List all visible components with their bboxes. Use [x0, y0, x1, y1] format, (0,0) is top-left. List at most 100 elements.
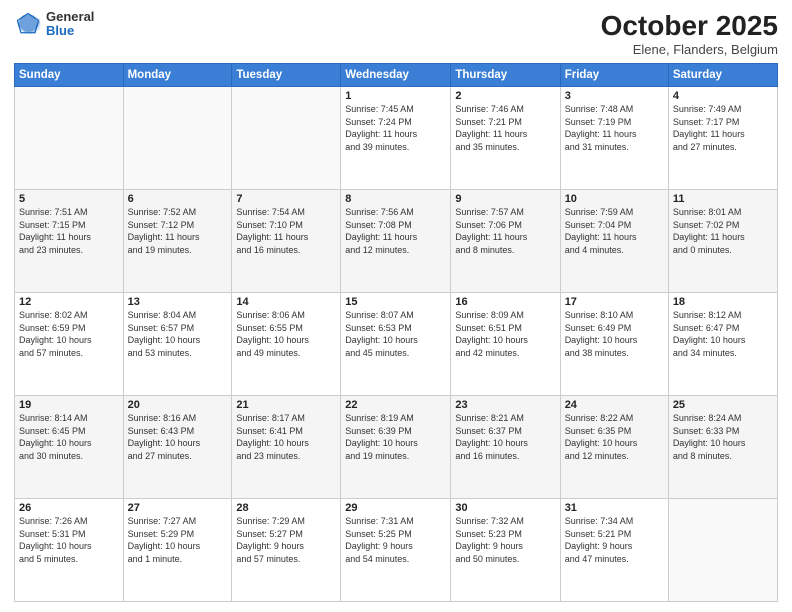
day-number: 23 — [455, 399, 555, 411]
day-cell: 29Sunrise: 7:31 AM Sunset: 5:25 PM Dayli… — [341, 499, 451, 602]
day-cell: 1Sunrise: 7:45 AM Sunset: 7:24 PM Daylig… — [341, 87, 451, 190]
day-info: Sunrise: 8:06 AM Sunset: 6:55 PM Dayligh… — [236, 309, 336, 359]
day-cell: 14Sunrise: 8:06 AM Sunset: 6:55 PM Dayli… — [232, 293, 341, 396]
day-info: Sunrise: 8:17 AM Sunset: 6:41 PM Dayligh… — [236, 412, 336, 462]
day-info: Sunrise: 7:26 AM Sunset: 5:31 PM Dayligh… — [19, 515, 119, 565]
day-info: Sunrise: 7:34 AM Sunset: 5:21 PM Dayligh… — [565, 515, 664, 565]
day-cell: 11Sunrise: 8:01 AM Sunset: 7:02 PM Dayli… — [668, 190, 777, 293]
logo-general-text: General — [46, 10, 94, 24]
logo: General Blue — [14, 10, 94, 39]
day-cell: 20Sunrise: 8:16 AM Sunset: 6:43 PM Dayli… — [123, 396, 232, 499]
day-number: 5 — [19, 193, 119, 205]
day-info: Sunrise: 7:59 AM Sunset: 7:04 PM Dayligh… — [565, 206, 664, 256]
header: General Blue October 2025 Elene, Flander… — [14, 10, 778, 57]
day-info: Sunrise: 7:46 AM Sunset: 7:21 PM Dayligh… — [455, 103, 555, 153]
main-title: October 2025 — [601, 10, 778, 42]
day-info: Sunrise: 8:04 AM Sunset: 6:57 PM Dayligh… — [128, 309, 228, 359]
day-number: 27 — [128, 502, 228, 514]
logo-text: General Blue — [46, 10, 94, 39]
day-number: 19 — [19, 399, 119, 411]
day-cell: 17Sunrise: 8:10 AM Sunset: 6:49 PM Dayli… — [560, 293, 668, 396]
weekday-header-friday: Friday — [560, 64, 668, 87]
day-number: 21 — [236, 399, 336, 411]
day-cell: 16Sunrise: 8:09 AM Sunset: 6:51 PM Dayli… — [451, 293, 560, 396]
day-number: 13 — [128, 296, 228, 308]
day-cell — [668, 499, 777, 602]
day-number: 22 — [345, 399, 446, 411]
day-number: 11 — [673, 193, 773, 205]
day-cell: 12Sunrise: 8:02 AM Sunset: 6:59 PM Dayli… — [15, 293, 124, 396]
subtitle: Elene, Flanders, Belgium — [601, 42, 778, 57]
day-cell: 5Sunrise: 7:51 AM Sunset: 7:15 PM Daylig… — [15, 190, 124, 293]
day-number: 4 — [673, 90, 773, 102]
day-number: 29 — [345, 502, 446, 514]
day-number: 14 — [236, 296, 336, 308]
day-number: 24 — [565, 399, 664, 411]
day-info: Sunrise: 7:48 AM Sunset: 7:19 PM Dayligh… — [565, 103, 664, 153]
day-cell — [15, 87, 124, 190]
day-cell: 8Sunrise: 7:56 AM Sunset: 7:08 PM Daylig… — [341, 190, 451, 293]
day-info: Sunrise: 8:14 AM Sunset: 6:45 PM Dayligh… — [19, 412, 119, 462]
day-info: Sunrise: 7:31 AM Sunset: 5:25 PM Dayligh… — [345, 515, 446, 565]
day-number: 2 — [455, 90, 555, 102]
day-number: 20 — [128, 399, 228, 411]
weekday-header-wednesday: Wednesday — [341, 64, 451, 87]
day-number: 26 — [19, 502, 119, 514]
day-info: Sunrise: 7:56 AM Sunset: 7:08 PM Dayligh… — [345, 206, 446, 256]
day-info: Sunrise: 7:45 AM Sunset: 7:24 PM Dayligh… — [345, 103, 446, 153]
day-number: 15 — [345, 296, 446, 308]
day-info: Sunrise: 8:07 AM Sunset: 6:53 PM Dayligh… — [345, 309, 446, 359]
day-cell: 27Sunrise: 7:27 AM Sunset: 5:29 PM Dayli… — [123, 499, 232, 602]
week-row-5: 26Sunrise: 7:26 AM Sunset: 5:31 PM Dayli… — [15, 499, 778, 602]
day-info: Sunrise: 7:29 AM Sunset: 5:27 PM Dayligh… — [236, 515, 336, 565]
day-info: Sunrise: 7:27 AM Sunset: 5:29 PM Dayligh… — [128, 515, 228, 565]
day-info: Sunrise: 7:51 AM Sunset: 7:15 PM Dayligh… — [19, 206, 119, 256]
day-cell — [232, 87, 341, 190]
week-row-1: 1Sunrise: 7:45 AM Sunset: 7:24 PM Daylig… — [15, 87, 778, 190]
day-info: Sunrise: 8:19 AM Sunset: 6:39 PM Dayligh… — [345, 412, 446, 462]
weekday-header-monday: Monday — [123, 64, 232, 87]
day-info: Sunrise: 7:54 AM Sunset: 7:10 PM Dayligh… — [236, 206, 336, 256]
day-number: 6 — [128, 193, 228, 205]
day-number: 17 — [565, 296, 664, 308]
day-info: Sunrise: 8:01 AM Sunset: 7:02 PM Dayligh… — [673, 206, 773, 256]
title-block: October 2025 Elene, Flanders, Belgium — [601, 10, 778, 57]
day-info: Sunrise: 7:57 AM Sunset: 7:06 PM Dayligh… — [455, 206, 555, 256]
day-number: 9 — [455, 193, 555, 205]
day-info: Sunrise: 8:21 AM Sunset: 6:37 PM Dayligh… — [455, 412, 555, 462]
day-cell: 3Sunrise: 7:48 AM Sunset: 7:19 PM Daylig… — [560, 87, 668, 190]
page: General Blue October 2025 Elene, Flander… — [0, 0, 792, 612]
day-cell: 15Sunrise: 8:07 AM Sunset: 6:53 PM Dayli… — [341, 293, 451, 396]
day-number: 28 — [236, 502, 336, 514]
day-info: Sunrise: 8:02 AM Sunset: 6:59 PM Dayligh… — [19, 309, 119, 359]
day-cell: 23Sunrise: 8:21 AM Sunset: 6:37 PM Dayli… — [451, 396, 560, 499]
weekday-header-sunday: Sunday — [15, 64, 124, 87]
day-cell: 22Sunrise: 8:19 AM Sunset: 6:39 PM Dayli… — [341, 396, 451, 499]
day-info: Sunrise: 8:24 AM Sunset: 6:33 PM Dayligh… — [673, 412, 773, 462]
day-cell: 7Sunrise: 7:54 AM Sunset: 7:10 PM Daylig… — [232, 190, 341, 293]
week-row-4: 19Sunrise: 8:14 AM Sunset: 6:45 PM Dayli… — [15, 396, 778, 499]
day-cell: 10Sunrise: 7:59 AM Sunset: 7:04 PM Dayli… — [560, 190, 668, 293]
day-cell: 30Sunrise: 7:32 AM Sunset: 5:23 PM Dayli… — [451, 499, 560, 602]
weekday-header-saturday: Saturday — [668, 64, 777, 87]
day-number: 31 — [565, 502, 664, 514]
weekday-header-thursday: Thursday — [451, 64, 560, 87]
day-number: 12 — [19, 296, 119, 308]
week-row-2: 5Sunrise: 7:51 AM Sunset: 7:15 PM Daylig… — [15, 190, 778, 293]
day-cell: 6Sunrise: 7:52 AM Sunset: 7:12 PM Daylig… — [123, 190, 232, 293]
day-cell: 19Sunrise: 8:14 AM Sunset: 6:45 PM Dayli… — [15, 396, 124, 499]
weekday-header-tuesday: Tuesday — [232, 64, 341, 87]
day-cell: 26Sunrise: 7:26 AM Sunset: 5:31 PM Dayli… — [15, 499, 124, 602]
day-number: 25 — [673, 399, 773, 411]
day-info: Sunrise: 8:16 AM Sunset: 6:43 PM Dayligh… — [128, 412, 228, 462]
day-cell: 21Sunrise: 8:17 AM Sunset: 6:41 PM Dayli… — [232, 396, 341, 499]
day-number: 30 — [455, 502, 555, 514]
generalblue-logo-icon — [14, 10, 42, 38]
day-info: Sunrise: 8:22 AM Sunset: 6:35 PM Dayligh… — [565, 412, 664, 462]
day-cell: 4Sunrise: 7:49 AM Sunset: 7:17 PM Daylig… — [668, 87, 777, 190]
week-row-3: 12Sunrise: 8:02 AM Sunset: 6:59 PM Dayli… — [15, 293, 778, 396]
day-info: Sunrise: 7:32 AM Sunset: 5:23 PM Dayligh… — [455, 515, 555, 565]
day-cell: 9Sunrise: 7:57 AM Sunset: 7:06 PM Daylig… — [451, 190, 560, 293]
weekday-header-row: SundayMondayTuesdayWednesdayThursdayFrid… — [15, 64, 778, 87]
day-number: 10 — [565, 193, 664, 205]
